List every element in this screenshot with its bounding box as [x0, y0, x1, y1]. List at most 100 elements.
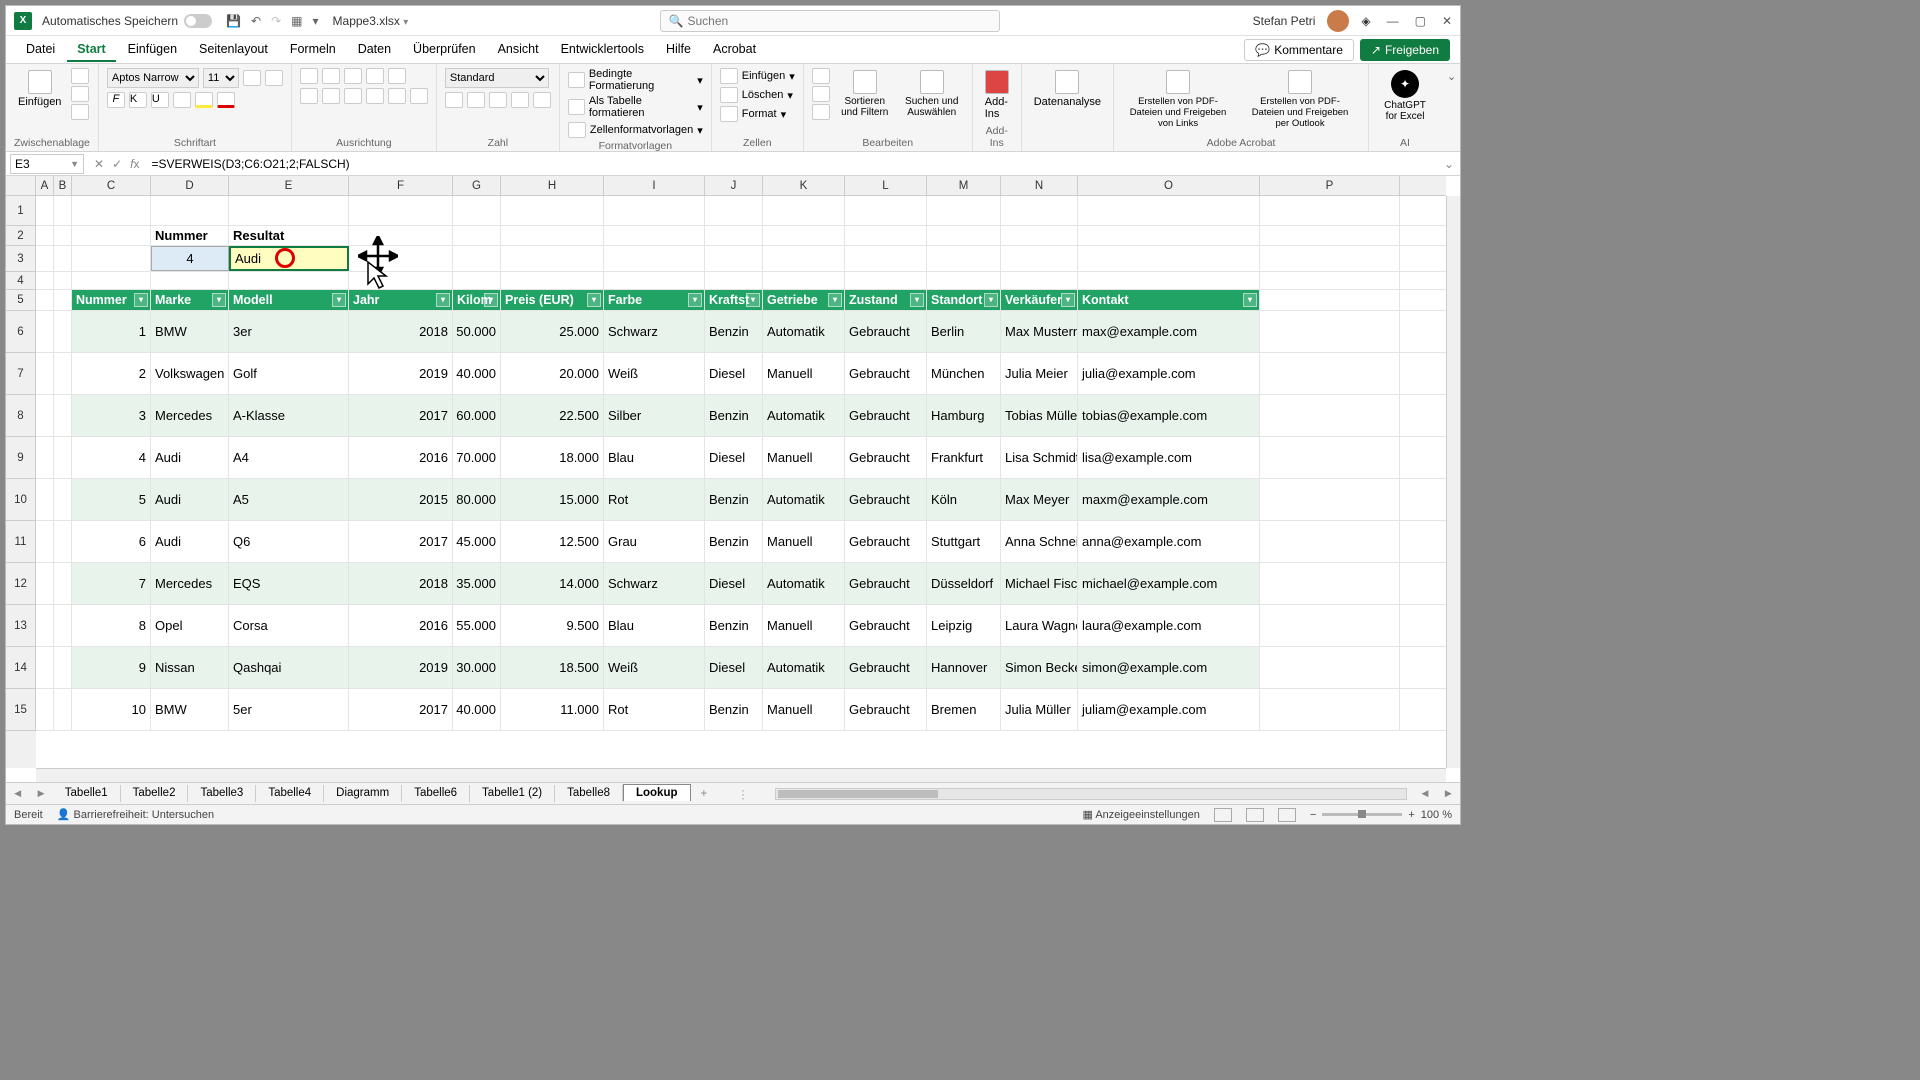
row-header-11[interactable]: 11 — [6, 521, 36, 563]
orientation-icon[interactable] — [366, 68, 384, 84]
cell[interactable]: BMW — [151, 689, 229, 730]
cell[interactable]: Gebraucht — [845, 395, 927, 436]
cell[interactable] — [54, 563, 72, 604]
display-settings[interactable]: ▦ Anzeigeeinstellungen — [1082, 808, 1199, 821]
undo-icon[interactable]: ↶ — [251, 14, 261, 28]
save-icon[interactable]: 💾 — [226, 14, 241, 28]
sheet-tab-diagramm[interactable]: Diagramm — [324, 785, 402, 802]
cell[interactable]: Benzin — [705, 479, 763, 520]
cell[interactable]: A-Klasse — [229, 395, 349, 436]
row-header-14[interactable]: 14 — [6, 647, 36, 689]
search-box[interactable]: 🔍 — [660, 10, 1000, 32]
copy-icon[interactable] — [71, 86, 89, 102]
grow-font-icon[interactable] — [243, 70, 261, 86]
cell[interactable]: Corsa — [229, 605, 349, 646]
align-top-icon[interactable] — [300, 68, 318, 84]
cell[interactable]: lisa@example.com — [1078, 437, 1260, 478]
select-all-triangle[interactable] — [6, 176, 36, 195]
cell[interactable] — [72, 196, 151, 225]
cell[interactable]: 6 — [72, 521, 151, 562]
formula-input[interactable]: =SVERWEIS(D3;C6:O21;2;FALSCH) — [145, 157, 1437, 171]
cell[interactable]: 22.500 — [501, 395, 604, 436]
row-header-5[interactable]: 5 — [6, 290, 36, 311]
col-header-K[interactable]: K — [763, 176, 845, 195]
cell[interactable] — [705, 272, 763, 289]
sheet-nav-next[interactable]: ► — [29, 788, 52, 800]
cell[interactable] — [705, 226, 763, 245]
cell[interactable]: 9.500 — [501, 605, 604, 646]
cell[interactable] — [927, 272, 1001, 289]
cell[interactable] — [705, 246, 763, 271]
cell[interactable]: 18.000 — [501, 437, 604, 478]
sheet-tab-lookup[interactable]: Lookup — [623, 784, 691, 801]
cell[interactable] — [501, 226, 604, 245]
filter-icon[interactable]: ▾ — [436, 293, 450, 307]
cell[interactable]: Benzin — [705, 605, 763, 646]
cell[interactable]: 7 — [72, 563, 151, 604]
align-left-icon[interactable] — [300, 88, 318, 104]
thousand-icon[interactable] — [489, 92, 507, 108]
zoom-out-icon[interactable]: − — [1310, 809, 1316, 821]
cell[interactable] — [927, 196, 1001, 225]
bold-icon[interactable]: F — [107, 92, 125, 108]
cell[interactable] — [453, 246, 501, 271]
cell[interactable] — [54, 437, 72, 478]
filter-icon[interactable]: ▾ — [332, 293, 346, 307]
pdf-outlook-button[interactable]: Erstellen von PDF-Dateien und Freigeben … — [1240, 68, 1360, 131]
cell[interactable]: juliam@example.com — [1078, 689, 1260, 730]
cell[interactable]: 35.000 — [453, 563, 501, 604]
cell[interactable]: 30.000 — [453, 647, 501, 688]
tab-überprüfen[interactable]: Überprüfen — [403, 38, 486, 62]
cell[interactable] — [1078, 246, 1260, 271]
shrink-font-icon[interactable] — [265, 70, 283, 86]
cell[interactable]: München — [927, 353, 1001, 394]
cell[interactable]: 25.000 — [501, 311, 604, 352]
cell[interactable]: julia@example.com — [1078, 353, 1260, 394]
row-header-1[interactable]: 1 — [6, 196, 36, 226]
cell[interactable] — [36, 246, 54, 271]
cell[interactable]: Resultat — [229, 226, 349, 245]
cell[interactable]: Gebraucht — [845, 647, 927, 688]
cell[interactable] — [1260, 605, 1400, 646]
cell[interactable] — [845, 226, 927, 245]
normal-view-icon[interactable] — [1214, 808, 1232, 822]
col-header-E[interactable]: E — [229, 176, 349, 195]
format-cells-button[interactable]: Format ▾ — [720, 106, 795, 122]
filter-icon[interactable]: ▾ — [1243, 293, 1257, 307]
cell[interactable]: Lisa Schmidt — [1001, 437, 1078, 478]
cell[interactable]: Leipzig — [927, 605, 1001, 646]
cell[interactable]: 2017 — [349, 395, 453, 436]
cell[interactable]: Audi — [151, 479, 229, 520]
currency-icon[interactable] — [445, 92, 463, 108]
col-header-G[interactable]: G — [453, 176, 501, 195]
cell[interactable]: 2019 — [349, 353, 453, 394]
cell[interactable] — [1260, 479, 1400, 520]
sort-filter-button[interactable]: Sortieren und Filtern — [836, 68, 894, 120]
find-select-button[interactable]: Suchen und Auswählen — [900, 68, 964, 120]
cell[interactable] — [36, 353, 54, 394]
cell[interactable]: Diesel — [705, 647, 763, 688]
cell[interactable]: Tobias Mülle — [1001, 395, 1078, 436]
cell[interactable]: Anna Schnei — [1001, 521, 1078, 562]
comments-button[interactable]: 💬 Kommentare — [1244, 39, 1354, 61]
sheet-nav-prev[interactable]: ◄ — [6, 788, 29, 800]
cell[interactable]: Qashqai — [229, 647, 349, 688]
cell[interactable]: 55.000 — [453, 605, 501, 646]
row-header-15[interactable]: 15 — [6, 689, 36, 731]
cell[interactable] — [763, 272, 845, 289]
horizontal-scrollbar[interactable] — [36, 768, 1446, 782]
cell[interactable] — [36, 196, 54, 225]
cell[interactable] — [1260, 563, 1400, 604]
cell[interactable]: 4 — [151, 246, 229, 271]
cell[interactable] — [36, 272, 54, 289]
cell[interactable] — [1260, 272, 1400, 289]
cell[interactable]: 3er — [229, 311, 349, 352]
cell[interactable]: Q6 — [229, 521, 349, 562]
cell[interactable]: 18.500 — [501, 647, 604, 688]
cell[interactable]: 11.000 — [501, 689, 604, 730]
cell[interactable]: Verkäufer▾ — [1001, 290, 1078, 310]
cell[interactable]: Köln — [927, 479, 1001, 520]
insert-cells-button[interactable]: Einfügen ▾ — [720, 68, 795, 84]
cell[interactable]: 40.000 — [453, 689, 501, 730]
cell[interactable]: Hamburg — [927, 395, 1001, 436]
